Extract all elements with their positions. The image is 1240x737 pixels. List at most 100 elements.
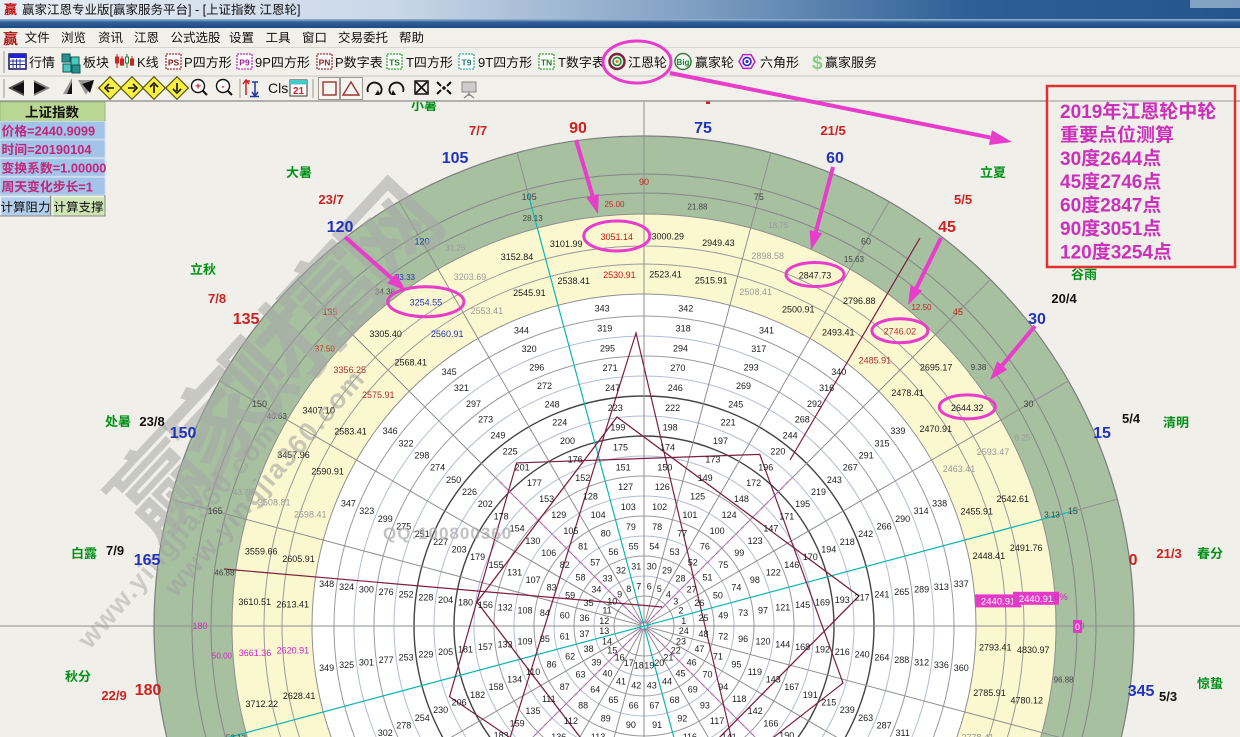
svg-text:1: 1: [681, 616, 686, 626]
svg-text:37: 37: [579, 629, 589, 639]
svg-text:2478.41: 2478.41: [891, 388, 924, 398]
svg-text:2644.32: 2644.32: [951, 403, 984, 413]
svg-text:2500.91: 2500.91: [782, 305, 815, 315]
svg-text:89: 89: [601, 713, 611, 723]
svg-text:9P: 9P: [255, 55, 271, 70]
svg-text:5/4: 5/4: [1122, 411, 1141, 426]
svg-text:47: 47: [694, 644, 704, 654]
svg-text:51: 51: [702, 572, 712, 582]
svg-text:2695.17: 2695.17: [920, 363, 953, 373]
svg-text:167: 167: [784, 682, 799, 692]
svg-text:105: 105: [563, 526, 578, 536]
svg-text:45: 45: [938, 219, 956, 236]
svg-text:] - [: ] - [: [188, 3, 207, 17]
svg-text:2785.91: 2785.91: [973, 688, 1006, 698]
svg-text:173: 173: [705, 455, 720, 465]
svg-text:313: 313: [934, 582, 949, 592]
svg-text:190: 190: [779, 731, 794, 737]
svg-text:91: 91: [652, 720, 662, 730]
svg-text:75: 75: [754, 192, 764, 202]
svg-text:106: 106: [541, 548, 556, 558]
svg-text:254: 254: [415, 713, 430, 723]
svg-text:141: 141: [722, 732, 737, 737]
svg-text:95: 95: [731, 659, 741, 669]
svg-text:311: 311: [896, 728, 910, 737]
svg-text:45: 45: [675, 669, 685, 679]
svg-text:180: 180: [135, 682, 162, 699]
svg-text:270: 270: [670, 363, 685, 373]
svg-text:174: 174: [660, 443, 675, 453]
svg-text:100: 100: [710, 526, 725, 536]
svg-text:221: 221: [721, 418, 736, 428]
svg-text:6.25: 6.25: [1015, 433, 1031, 442]
svg-text:84: 84: [540, 608, 550, 618]
svg-text:3101.99: 3101.99: [550, 239, 583, 249]
svg-text:=1.00000: =1.00000: [53, 161, 107, 176]
svg-text:324: 324: [339, 582, 354, 592]
svg-text:325: 325: [339, 660, 354, 670]
svg-text:225: 225: [503, 447, 518, 457]
svg-text:196: 196: [758, 462, 773, 472]
svg-text:79: 79: [626, 522, 636, 532]
svg-text:360: 360: [954, 663, 969, 673]
svg-text:108: 108: [517, 605, 532, 615]
svg-text:276: 276: [379, 587, 394, 597]
svg-text:2440.91: 2440.91: [1019, 594, 1053, 605]
svg-text:76: 76: [700, 542, 710, 552]
svg-text:342: 342: [678, 304, 693, 314]
svg-text:45: 45: [953, 307, 963, 317]
svg-text:19: 19: [644, 661, 654, 671]
svg-text:23/7: 23/7: [318, 192, 343, 207]
svg-text:97: 97: [758, 605, 768, 615]
svg-text:4780.12: 4780.12: [1011, 695, 1044, 705]
svg-text:23: 23: [676, 636, 686, 646]
svg-text:53.13: 53.13: [226, 733, 247, 737]
svg-text:125: 125: [690, 492, 705, 502]
svg-text:21: 21: [293, 86, 305, 97]
svg-text:2560.91: 2560.91: [431, 329, 464, 339]
svg-text:179: 179: [470, 552, 485, 562]
svg-text:98: 98: [750, 575, 760, 585]
svg-text:348: 348: [319, 579, 334, 589]
svg-text:74: 74: [731, 583, 741, 593]
svg-text:104: 104: [591, 510, 606, 520]
svg-text:20/4: 20/4: [1051, 291, 1077, 306]
svg-text:2: 2: [678, 606, 683, 616]
svg-text:68: 68: [670, 695, 680, 705]
svg-text:T: T: [406, 55, 414, 70]
svg-text:24: 24: [679, 626, 689, 636]
svg-text:247: 247: [605, 383, 620, 393]
svg-text:46.88: 46.88: [214, 569, 235, 578]
svg-text:75: 75: [718, 560, 728, 570]
svg-text:TS: TS: [389, 58, 400, 68]
svg-text:78: 78: [652, 522, 662, 532]
svg-text:2508.41: 2508.41: [739, 287, 772, 297]
svg-text:33: 33: [602, 573, 612, 583]
svg-text:90: 90: [639, 177, 649, 187]
svg-text:4830.97: 4830.97: [1017, 645, 1050, 655]
svg-text:287: 287: [877, 721, 892, 731]
svg-text:=1: =1: [78, 179, 93, 194]
svg-text:=20190104: =20190104: [27, 142, 92, 157]
svg-text:3.13: 3.13: [1044, 511, 1060, 520]
svg-text:170: 170: [803, 552, 818, 562]
svg-text:P: P: [184, 55, 193, 70]
svg-text:22/9: 22/9: [101, 688, 126, 703]
svg-text:339: 339: [890, 426, 905, 436]
svg-text:83: 83: [547, 583, 557, 593]
svg-text:2491.76: 2491.76: [1010, 543, 1043, 553]
svg-text:120: 120: [755, 637, 770, 647]
svg-text:P: P: [335, 55, 344, 70]
svg-text:29: 29: [662, 566, 672, 576]
svg-text:111: 111: [542, 694, 556, 704]
svg-text:273: 273: [478, 415, 493, 425]
svg-text:132: 132: [498, 603, 513, 613]
svg-text:T9: T9: [462, 58, 472, 68]
svg-text:K: K: [137, 55, 146, 70]
svg-text:297: 297: [466, 399, 481, 409]
svg-text:2778.41: 2778.41: [962, 733, 995, 737]
svg-text:38: 38: [584, 644, 594, 654]
svg-text:151: 151: [616, 462, 631, 472]
svg-text:181: 181: [458, 645, 473, 655]
svg-text:3610.51: 3610.51: [238, 597, 271, 607]
